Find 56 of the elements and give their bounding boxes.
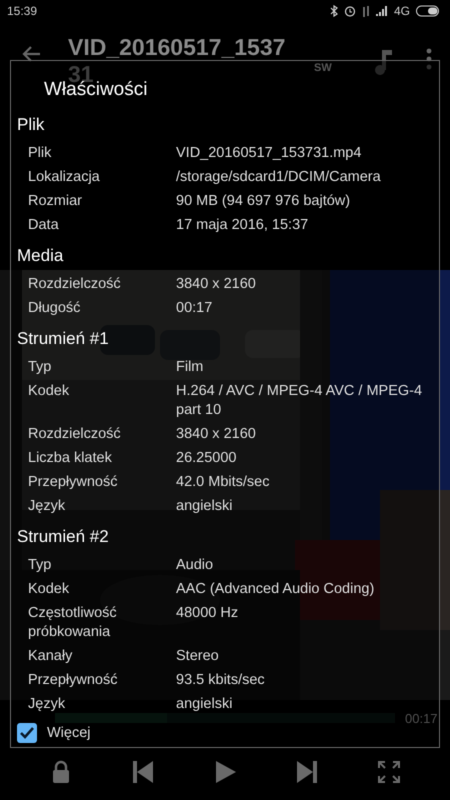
property-value: H.264 / AVC / MPEG-4 AVC / MPEG-4 part 10 [176,382,424,420]
property-label: Typ [27,358,52,376]
section-heading: Strumień #1 [17,328,110,350]
section-heading: Media [17,245,64,267]
sw-decoder-label[interactable]: SW [314,62,332,74]
property-value: VID_20160517_153731.mp4 [176,144,362,162]
property-label: Kanały [27,646,74,666]
property-label: Język [27,694,66,714]
property-label: Długość [27,298,82,318]
property-value: 93.5 kbits/sec [176,670,266,690]
property-label: Przepływność [27,670,118,690]
property-value: Film [176,358,204,376]
signal-icon [376,6,388,16]
property-label: Typ [27,556,52,574]
property-value: Stereo [176,646,220,666]
duration-label: 00:17 [405,710,438,726]
property-label: Rozdzielczość [27,274,122,294]
property-value: 00:17 [176,298,214,318]
more-icon[interactable] [426,48,432,70]
alarm-icon [344,5,356,17]
property-value: 17 maja 2016, 15:37 [176,216,310,234]
data-arrows-icon [362,6,370,16]
property-value: 3840 x 2160 [176,274,257,294]
play-icon[interactable] [213,760,237,784]
property-label: Data [27,216,60,234]
bluetooth-icon [330,5,338,17]
property-label: Rozmiar [27,192,83,210]
property-value: 26.25000 [176,448,238,468]
property-value: Audio [176,556,214,574]
clock: 15:39 [7,4,38,18]
property-label: Przepływność [27,472,118,492]
property-label: Lokalizacja [27,168,101,186]
property-label: Rozdzielczość [27,424,122,444]
battery-icon [416,5,440,17]
section-heading: Plik [17,114,46,136]
property-label: Kodek [27,382,70,400]
property-value: 48000 Hz [176,604,240,622]
next-icon[interactable] [295,760,319,784]
property-label: Język [27,496,66,516]
fullscreen-icon[interactable] [377,760,401,784]
property-label: Kodek [27,580,70,598]
property-value: /storage/sdcard1/DCIM/Camera [176,168,382,186]
checkbox[interactable] [17,723,37,743]
property-value: angielski [176,694,234,714]
property-label: Częstotliwość próbkowania [27,604,118,642]
checkbox-label: Więcej [47,725,91,741]
property-value: 3840 x 2160 [176,424,257,444]
property-label: Liczba klatek [27,448,113,468]
section-heading: Strumień #2 [17,526,110,548]
property-value: angielski [176,496,234,516]
property-value: 42.0 Mbits/sec [176,472,270,492]
network-label: 4G [394,4,410,18]
property-value: AAC (Advanced Audio Coding) [176,580,376,598]
property-value: 90 MB (94 697 976 bajtów) [176,192,352,210]
previous-icon[interactable] [131,760,155,784]
property-label: Plik [27,144,52,162]
